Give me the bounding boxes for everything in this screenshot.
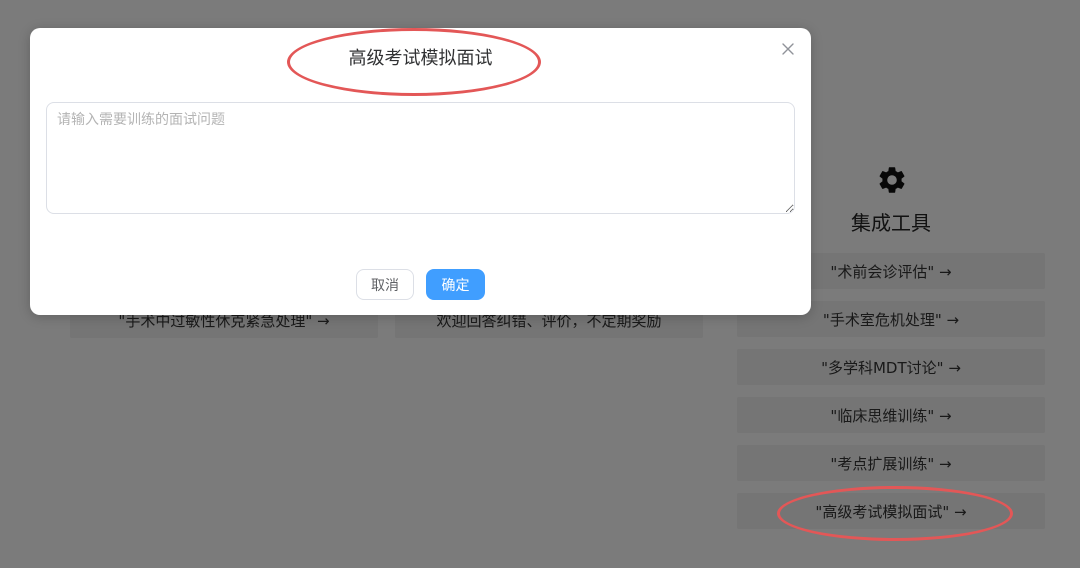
close-icon[interactable] [779, 40, 797, 58]
confirm-button[interactable]: 确定 [426, 269, 485, 300]
mock-interview-dialog: 高级考试模拟面试 取消 确定 [30, 28, 811, 315]
interview-question-input[interactable] [46, 102, 795, 214]
cancel-button[interactable]: 取消 [356, 269, 414, 300]
dialog-title: 高级考试模拟面试 [348, 48, 493, 69]
